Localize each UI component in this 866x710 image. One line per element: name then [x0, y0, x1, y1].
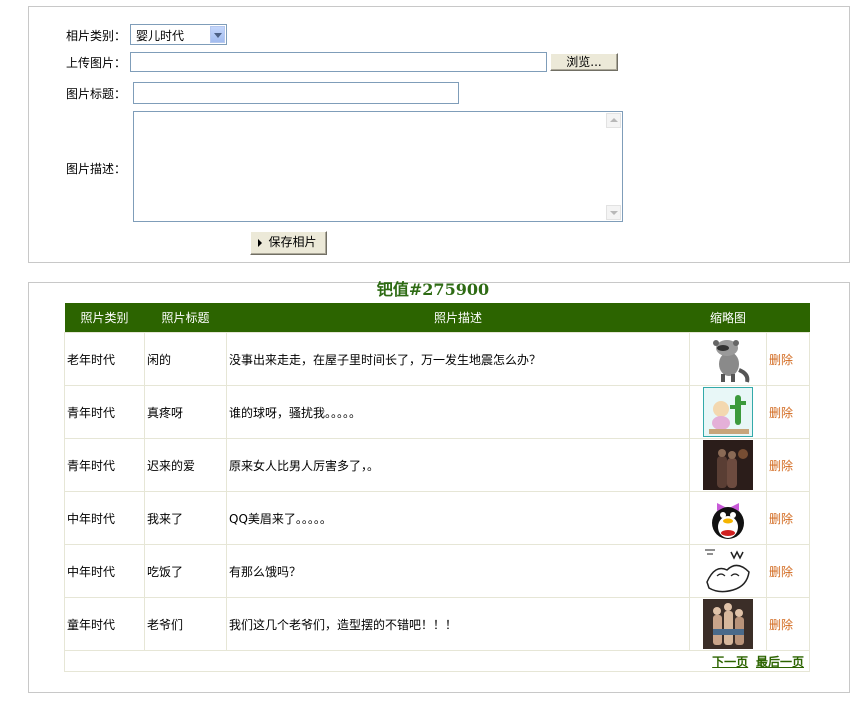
next-page-link[interactable]: 下一页	[712, 655, 748, 669]
delete-link[interactable]: 删除	[766, 385, 810, 439]
cell-title: 真疼呀	[144, 385, 227, 439]
table-row: 童年时代 老爷们 我们这几个老爷们，造型摆的不错吧！！！ 删除	[64, 597, 810, 651]
category-select-value: 婴儿时代	[136, 29, 185, 43]
cell-category: 青年时代	[64, 438, 145, 492]
cell-category: 老年时代	[64, 332, 145, 386]
pager-cell: 下一页 最后一页	[64, 650, 810, 672]
title-input[interactable]	[133, 82, 459, 104]
delete-link[interactable]: 删除	[766, 438, 810, 492]
table-row: 中年时代 吃饭了 有那么饿吗？ 删除	[64, 544, 810, 598]
description-textarea[interactable]	[133, 111, 623, 222]
cell-title: 迟来的爱	[144, 438, 227, 492]
table-row: 青年时代 迟来的爱 原来女人比男人厉害多了，。 删除	[64, 438, 810, 492]
save-photo-label: 保存相片	[268, 235, 317, 249]
raccoon-thumbnail[interactable]	[703, 334, 753, 384]
cell-category: 中年时代	[64, 544, 145, 598]
cell-title: 我来了	[144, 491, 227, 545]
cell-title: 老爷们	[144, 597, 227, 651]
column-header	[766, 303, 810, 333]
cell-description: 有那么饿吗？	[226, 544, 690, 598]
cell-category: 青年时代	[64, 385, 145, 439]
cell-thumbnail	[689, 544, 767, 598]
cell-description: 原来女人比男人厉害多了，。	[226, 438, 690, 492]
cell-thumbnail	[689, 491, 767, 545]
sketch-thumbnail[interactable]	[703, 546, 753, 596]
group-photo-thumbnail[interactable]	[703, 599, 753, 649]
cell-description: QQ美眉来了。。。。。	[226, 491, 690, 545]
list-heading: 钯值#275900	[376, 280, 490, 299]
cell-category: 中年时代	[64, 491, 145, 545]
cell-thumbnail	[689, 597, 767, 651]
category-select[interactable]: 婴儿时代	[130, 24, 227, 45]
cell-description: 我们这几个老爷们，造型摆的不错吧！！！	[226, 597, 690, 651]
description-label: 图片描述：	[66, 162, 127, 176]
table-row: 老年时代 闲的 没事出来走走，在屋子里时间长了，万一发生地震怎么办？ 删除	[64, 332, 810, 386]
cell-thumbnail	[689, 385, 767, 439]
cell-description: 没事出来走走，在屋子里时间长了，万一发生地震怎么办？	[226, 332, 690, 386]
category-label: 相片类别：	[66, 29, 127, 43]
cell-title: 闲的	[144, 332, 227, 386]
browse-button[interactable]: 浏览...	[550, 53, 618, 71]
table-row: 中年时代 我来了 QQ美眉来了。。。。。 删除	[64, 491, 810, 545]
scroll-up-icon[interactable]	[606, 113, 621, 128]
table-header-row: 照片类别 照片标题 照片描述 缩略图	[64, 303, 810, 333]
cell-category: 童年时代	[64, 597, 145, 651]
pager-row: 下一页 最后一页	[64, 650, 810, 672]
triangle-right-icon	[258, 239, 262, 247]
cell-thumbnail	[689, 438, 767, 492]
scroll-down-icon[interactable]	[606, 205, 621, 220]
title-label: 图片标题：	[66, 87, 127, 101]
column-header: 缩略图	[689, 303, 767, 333]
last-page-link[interactable]: 最后一页	[756, 655, 804, 669]
couple-night-thumbnail[interactable]	[703, 440, 753, 490]
column-header: 照片类别	[64, 303, 145, 333]
cell-title: 吃饭了	[144, 544, 227, 598]
photo-table: 照片类别 照片标题 照片描述 缩略图 老年时代 闲的 没事出来走走，在屋子里时间…	[64, 303, 810, 672]
delete-link[interactable]: 删除	[766, 491, 810, 545]
qq-penguin-thumbnail[interactable]	[703, 493, 753, 543]
upload-label: 上传图片：	[66, 56, 127, 70]
column-header: 照片描述	[226, 303, 690, 333]
cell-thumbnail	[689, 332, 767, 386]
upload-file-field[interactable]	[130, 52, 547, 72]
table-row: 青年时代 真疼呀 谁的球呀，骚扰我。。。。。 删除	[64, 385, 810, 439]
delete-link[interactable]: 删除	[766, 597, 810, 651]
delete-link[interactable]: 删除	[766, 332, 810, 386]
cell-description: 谁的球呀，骚扰我。。。。。	[226, 385, 690, 439]
cactus-cartoon-thumbnail[interactable]	[703, 387, 753, 437]
chevron-down-icon[interactable]	[210, 26, 225, 43]
delete-link[interactable]: 删除	[766, 544, 810, 598]
save-photo-button[interactable]: 保存相片	[250, 231, 327, 255]
column-header: 照片标题	[144, 303, 227, 333]
